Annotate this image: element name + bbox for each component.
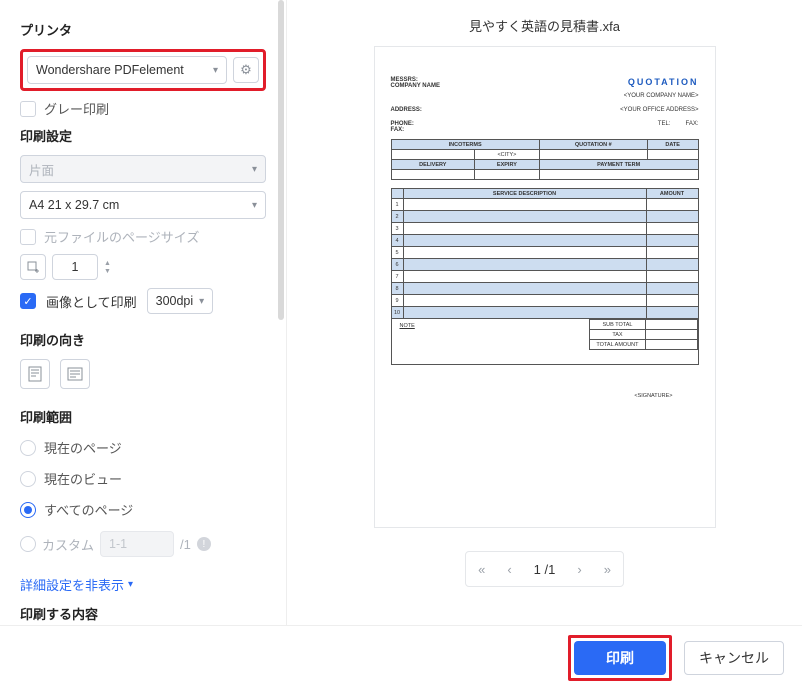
- landscape-icon: [67, 367, 83, 381]
- print-as-image-checkbox[interactable]: ✓: [20, 293, 36, 309]
- copies-stepper[interactable]: ▲ ▼: [104, 260, 111, 275]
- chevron-down-icon: ▾: [252, 164, 257, 175]
- printer-section-title: プリンタ: [20, 20, 266, 39]
- gray-print-checkbox[interactable]: [20, 101, 36, 117]
- td-city: <CITY>: [475, 150, 540, 160]
- info-icon: !: [197, 537, 211, 551]
- dpi-select[interactable]: 300dpi ▾: [147, 288, 214, 314]
- source-size-checkbox[interactable]: [20, 229, 36, 245]
- next-page-button[interactable]: ›: [577, 562, 581, 577]
- advanced-label: 詳細設定を非表示: [20, 575, 124, 594]
- print-content-title: 印刷する内容: [20, 604, 266, 623]
- td-subtotal: SUB TOTAL: [590, 320, 645, 330]
- copies-value: 1: [72, 260, 79, 274]
- page-navigator: « ‹ 1 /1 › »: [465, 551, 624, 587]
- source-size-label: 元ファイルのページサイズ: [44, 227, 199, 246]
- prev-page-button[interactable]: ‹: [507, 562, 511, 577]
- doc-company: COMPANY NAME: [391, 83, 440, 89]
- print-as-image-label: 画像として印刷: [46, 292, 137, 311]
- chevron-down-icon: ▼: [104, 268, 111, 275]
- range-custom-label: カスタム: [42, 535, 94, 554]
- range-current-view-radio[interactable]: [20, 471, 36, 487]
- doc-your-office: <YOUR OFFICE ADDRESS>: [620, 107, 698, 113]
- doc-quotation-title: QUOTATION: [624, 77, 699, 87]
- print-settings-title: 印刷設定: [20, 126, 266, 145]
- range-current-view-label: 現在のビュー: [44, 469, 122, 488]
- th-service-desc: SERVICE DESCRIPTION: [403, 189, 646, 199]
- range-current-page-radio[interactable]: [20, 440, 36, 456]
- th-amount: AMOUNT: [646, 189, 698, 199]
- custom-range-total: /1: [180, 537, 191, 552]
- doc-header-table-1: INCOTERMSQUOTATION #DATE <CITY> DELIVERY…: [391, 139, 699, 180]
- gear-icon: ⚙: [240, 62, 252, 78]
- duplex-label: 片面: [29, 160, 54, 179]
- th-quotation-num: QUOTATION #: [539, 140, 647, 150]
- orientation-landscape-button[interactable]: [60, 359, 90, 389]
- th-delivery: DELIVERY: [391, 160, 475, 170]
- th-expiry: EXPIRY: [475, 160, 540, 170]
- first-page-button[interactable]: «: [478, 562, 485, 577]
- range-custom-radio[interactable]: [20, 536, 36, 552]
- custom-range-value: 1-1: [109, 537, 127, 551]
- printer-highlight: Wondershare PDFelement ▾ ⚙: [20, 49, 266, 91]
- doc-signature: <SIGNATURE>: [391, 393, 699, 399]
- duplex-select[interactable]: 片面 ▾: [20, 155, 266, 183]
- last-page-button[interactable]: »: [604, 562, 611, 577]
- doc-tel: TEL:: [658, 121, 671, 127]
- scrollbar[interactable]: [278, 0, 284, 625]
- page-preview: MESSRS: COMPANY NAME QUOTATION <YOUR COM…: [375, 47, 715, 527]
- dialog-footer: 印刷 キャンセル: [0, 625, 802, 689]
- chevron-down-icon: ▾: [213, 65, 218, 76]
- range-current-page-label: 現在のページ: [44, 438, 122, 457]
- cancel-button[interactable]: キャンセル: [684, 641, 784, 675]
- orientation-portrait-button[interactable]: [20, 359, 50, 389]
- chevron-down-icon: ▾: [252, 200, 257, 211]
- print-sidebar: プリンタ Wondershare PDFelement ▾ ⚙ グレー印刷 印刷…: [0, 0, 287, 625]
- copies-icon: [26, 260, 40, 274]
- doc-your-company: <YOUR COMPANY NAME>: [624, 93, 699, 99]
- chevron-down-icon: ▾: [199, 296, 204, 307]
- copies-icon-button[interactable]: [20, 254, 46, 280]
- range-all-pages-label: すべてのページ: [44, 500, 133, 519]
- print-button-highlight: 印刷: [568, 635, 672, 681]
- th-date: DATE: [647, 140, 698, 150]
- orientation-title: 印刷の向き: [20, 330, 266, 349]
- copies-input[interactable]: 1: [52, 254, 98, 280]
- td-tax: TAX: [590, 330, 645, 340]
- custom-range-input[interactable]: 1-1: [100, 531, 174, 557]
- range-title: 印刷範囲: [20, 407, 266, 426]
- gray-print-label: グレー印刷: [44, 99, 109, 118]
- doc-service-table: SERVICE DESCRIPTIONAMOUNT 1 2 3 4 5 6 7 …: [391, 188, 699, 319]
- advanced-toggle[interactable]: 詳細設定を非表示 ▾: [20, 575, 266, 594]
- td-total: TOTAL AMOUNT: [590, 340, 645, 350]
- paper-size-select[interactable]: A4 21 x 29.7 cm ▾: [20, 191, 266, 219]
- preview-pane: 見やすく英語の見積書.xfa MESSRS: COMPANY NAME QUOT…: [287, 0, 802, 625]
- dpi-value: 300dpi: [156, 294, 194, 308]
- th-incoterms: INCOTERMS: [391, 140, 539, 150]
- range-all-pages-radio[interactable]: [20, 502, 36, 518]
- paper-size-label: A4 21 x 29.7 cm: [29, 198, 119, 212]
- th-payment: PAYMENT TERM: [539, 160, 698, 170]
- doc-address-label: ADDRESS:: [391, 107, 422, 113]
- doc-note: NOTE: [392, 319, 415, 329]
- printer-select[interactable]: Wondershare PDFelement ▾: [27, 56, 227, 84]
- chevron-down-icon: ▾: [128, 579, 133, 590]
- chevron-up-icon: ▲: [104, 260, 111, 267]
- print-button[interactable]: 印刷: [574, 641, 666, 675]
- printer-selected-label: Wondershare PDFelement: [36, 63, 184, 77]
- portrait-icon: [28, 366, 42, 382]
- page-indicator: 1 /1: [534, 562, 556, 577]
- file-title: 見やすく英語の見積書.xfa: [469, 16, 620, 35]
- printer-settings-button[interactable]: ⚙: [233, 57, 259, 83]
- doc-fax: FAX:: [391, 127, 405, 133]
- doc-fax2: FAX:: [685, 121, 698, 127]
- doc-totals-table: SUB TOTAL TAX TOTAL AMOUNT: [589, 319, 697, 350]
